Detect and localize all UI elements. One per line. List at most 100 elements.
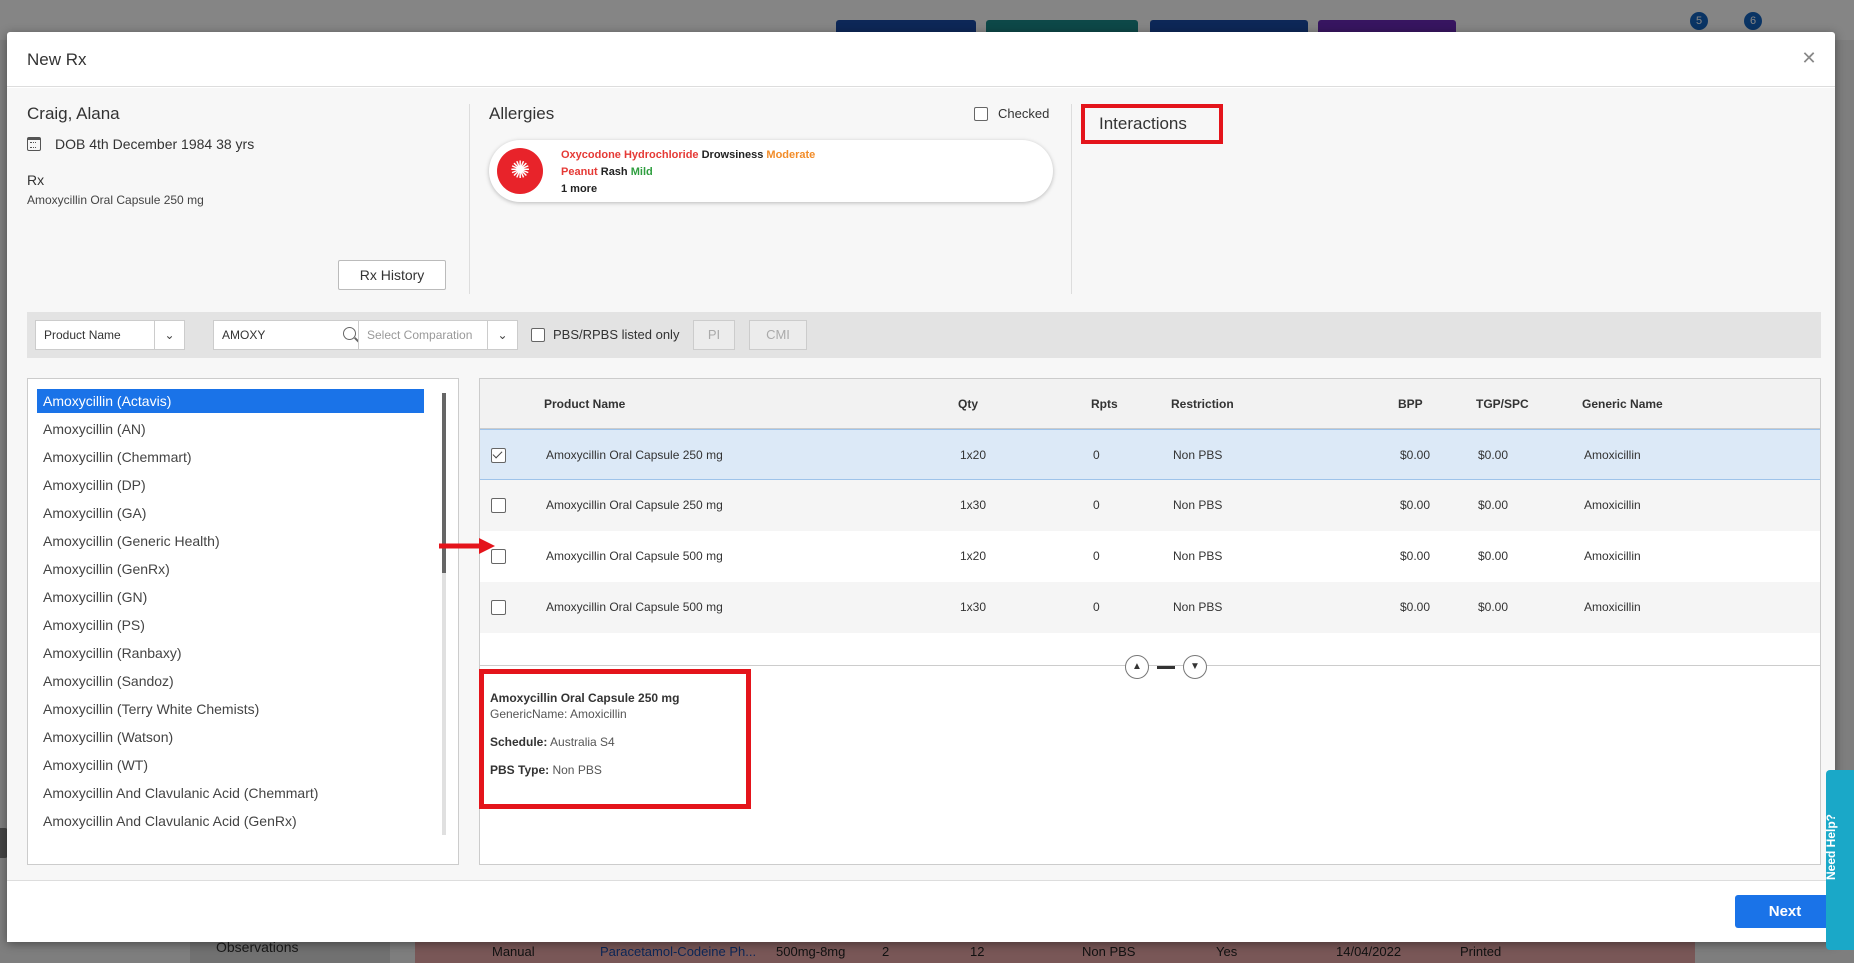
allergies-title: Allergies (489, 104, 555, 123)
cell-tgp: $0.00 (1478, 549, 1509, 563)
allergies-checked-toggle[interactable]: Checked (974, 106, 1049, 121)
pbs-only-label: PBS/RPBS listed only (553, 327, 680, 342)
search-input[interactable]: AMOXY (213, 320, 363, 350)
cell-qty: 1x30 (960, 498, 987, 512)
brand-list-item[interactable]: Amoxycillin And Clavulanic Acid (Chemmar… (37, 781, 424, 805)
detail-pbs-type: PBS Type: Non PBS (490, 763, 602, 777)
cell-qty: 1x20 (960, 448, 987, 462)
allergy-virus-icon: ✺ (497, 148, 543, 194)
brand-list-item[interactable]: Amoxycillin (GenRx) (37, 557, 424, 581)
rx-history-button[interactable]: Rx History (338, 260, 446, 290)
row-checkbox[interactable] (491, 448, 506, 463)
rx-value: Amoxycillin Oral Capsule 250 mg (27, 193, 204, 207)
cell-generic: Amoxicillin (1584, 448, 1641, 462)
cell-rpts: 0 (1093, 498, 1100, 512)
need-help-tab[interactable]: Need Help? (1824, 770, 1854, 950)
search-query: AMOXY (222, 328, 266, 342)
brand-list-item[interactable]: Amoxycillin And Clavulanic Acid (GenRx) (37, 809, 424, 833)
divider (469, 104, 470, 294)
allergy-reaction: Rash (600, 166, 628, 178)
allergy-drug: Oxycodone Hydrochloride (561, 149, 699, 161)
arrow-annotation-icon (439, 538, 495, 554)
splitter-controls: ▲ ▼ (1125, 655, 1207, 679)
modal-footer: Next (7, 880, 1835, 942)
brand-list-item[interactable]: Amoxycillin (Generic Health) (37, 529, 424, 553)
search-by-select[interactable]: Product Name ⌄ (35, 320, 185, 350)
brand-list-item[interactable]: Amoxycillin (WT) (37, 753, 424, 777)
chevron-down-icon[interactable]: ⌄ (154, 321, 184, 349)
brand-list-item[interactable]: Amoxycillin (GA) (37, 501, 424, 525)
pbs-only-checkbox[interactable] (531, 327, 545, 342)
close-icon[interactable]: ✕ (1797, 46, 1821, 70)
table-row[interactable]: Amoxycillin Oral Capsule 250 mg 1x20 0 Non … (480, 429, 1820, 480)
search-icon[interactable] (343, 327, 356, 340)
brand-list-item[interactable]: Amoxycillin (GN) (37, 585, 424, 609)
modal-body: Craig, Alana DOB 4th December 1984 38 yr… (7, 88, 1835, 880)
search-by-value: Product Name (44, 328, 121, 342)
splitter-handle[interactable] (1157, 665, 1175, 669)
cell-tgp: $0.00 (1478, 600, 1509, 614)
chevron-up-icon[interactable]: ▲ (1125, 655, 1149, 679)
allergy-more-link[interactable]: 1 more (561, 181, 815, 198)
brand-list-item[interactable]: Amoxycillin (Chemmart) (37, 445, 424, 469)
cell-product: Amoxycillin Oral Capsule 500 mg (546, 549, 723, 563)
brand-list-item[interactable]: Amoxycillin (Watson) (37, 725, 424, 749)
allergy-reaction: Drowsiness (701, 149, 764, 161)
checked-label: Checked (998, 106, 1050, 121)
interactions-title: Interactions (1081, 104, 1223, 144)
pi-button[interactable]: PI (693, 320, 735, 350)
allergy-severity: Moderate (766, 149, 816, 161)
allergy-card[interactable]: ✺ Oxycodone Hydrochloride Drowsiness Mod… (489, 140, 1053, 202)
cell-rpts: 0 (1093, 600, 1100, 614)
column-header[interactable]: Restriction (1171, 397, 1234, 411)
brand-list-item[interactable]: Amoxycillin (PS) (37, 613, 424, 637)
row-checkbox[interactable] (491, 600, 506, 615)
dob-text: DOB 4th December 1984 38 yrs (55, 136, 255, 152)
cell-restriction: Non PBS (1173, 498, 1223, 512)
brand-list-item[interactable]: Amoxycillin (DP) (37, 473, 424, 497)
table-row[interactable]: Amoxycillin Oral Capsule 500 mg 1x20 0 Non … (480, 531, 1820, 582)
column-header[interactable]: BPP (1398, 397, 1423, 411)
cell-rpts: 0 (1093, 549, 1100, 563)
checked-checkbox[interactable] (974, 106, 988, 121)
table-row[interactable]: Amoxycillin Oral Capsule 500 mg 1x30 0 Non … (480, 582, 1820, 633)
detail-generic: GenericName: Amoxicillin (490, 707, 627, 721)
cell-rpts: 0 (1093, 448, 1100, 462)
next-button[interactable]: Next (1735, 895, 1835, 928)
column-header[interactable]: TGP/SPC (1476, 397, 1529, 411)
brand-list-item[interactable]: Amoxycillin (Terry White Chemists) (37, 697, 424, 721)
column-header[interactable]: Generic Name (1582, 397, 1663, 411)
new-rx-modal: New Rx ✕ Craig, Alana DOB 4th December 1… (7, 32, 1835, 942)
chevron-down-icon[interactable]: ▼ (1183, 655, 1207, 679)
cell-bpp: $0.00 (1400, 600, 1431, 614)
column-header[interactable]: Rpts (1091, 397, 1118, 411)
brand-list-item[interactable]: Amoxycillin (AN) (37, 417, 424, 441)
cell-generic: Amoxicillin (1584, 498, 1641, 512)
cell-generic: Amoxicillin (1584, 600, 1641, 614)
pbs-only-toggle[interactable]: PBS/RPBS listed only (531, 327, 679, 342)
search-bar: Product Name ⌄ AMOXY Select Comparation … (27, 312, 1821, 358)
row-checkbox[interactable] (491, 498, 506, 513)
brand-list-item[interactable]: Amoxycillin (Ranbaxy) (37, 641, 424, 665)
grid-header: Product Name Qty Rpts Restriction BPP TG… (480, 379, 1820, 429)
column-header[interactable]: Product Name (544, 397, 625, 411)
cell-bpp: $0.00 (1400, 448, 1431, 462)
cell-tgp: $0.00 (1478, 498, 1509, 512)
cell-product: Amoxycillin Oral Capsule 500 mg (546, 600, 723, 614)
comparison-select[interactable]: Select Comparation ⌄ (358, 320, 518, 350)
brand-list-item[interactable]: Amoxycillin (Actavis) (37, 389, 424, 413)
cmi-button[interactable]: CMI (749, 320, 807, 350)
brand-list-item[interactable]: Amoxycillin (Sandoz) (37, 669, 424, 693)
cell-bpp: $0.00 (1400, 549, 1431, 563)
cell-product: Amoxycillin Oral Capsule 250 mg (546, 498, 723, 512)
comparison-placeholder: Select Comparation (367, 328, 473, 342)
detail-schedule: Schedule: Australia S4 (490, 735, 615, 749)
cell-restriction: Non PBS (1173, 549, 1223, 563)
chevron-down-icon[interactable]: ⌄ (487, 321, 517, 349)
allergy-item: Oxycodone Hydrochloride Drowsiness Moder… (561, 147, 815, 164)
need-help-label: Need Help? (1824, 813, 1839, 881)
column-header[interactable]: Qty (958, 397, 978, 411)
cell-restriction: Non PBS (1173, 600, 1223, 614)
modal-title: New Rx (27, 50, 87, 69)
table-row[interactable]: Amoxycillin Oral Capsule 250 mg 1x30 0 Non … (480, 480, 1820, 531)
